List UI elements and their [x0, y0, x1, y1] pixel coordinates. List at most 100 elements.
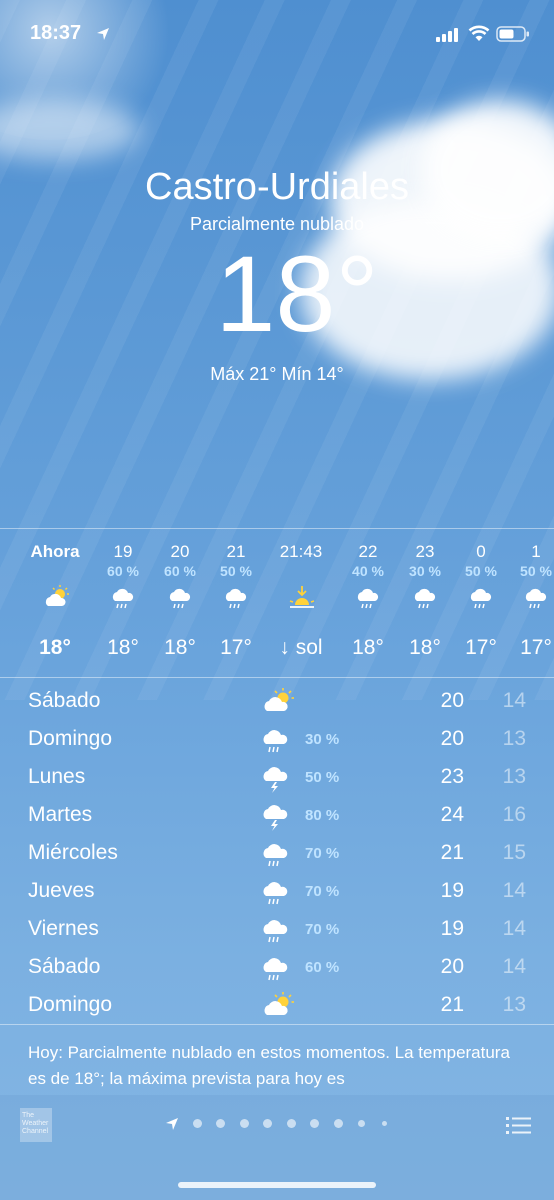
precip-chance: 50 %	[220, 563, 252, 579]
today-summary: Hoy: Parcialmente nublado en estos momen…	[28, 1043, 510, 1088]
precip-chance: 50 %	[305, 769, 340, 786]
rain-icon	[263, 730, 288, 753]
weather-channel-logo[interactable]: The Weather Channel	[20, 1108, 52, 1142]
rain-icon	[470, 588, 492, 609]
wifi-icon	[468, 25, 490, 41]
day-name: Miércoles	[28, 841, 118, 864]
rain-icon	[357, 588, 379, 609]
location-arrow-icon	[97, 28, 109, 40]
signal-icon	[436, 28, 458, 42]
day-name: Lunes	[28, 765, 86, 788]
partly-cloudy-icon	[264, 688, 294, 711]
hour-label: 0	[476, 542, 486, 561]
hour-label: Ahora	[30, 542, 80, 561]
divider	[0, 1024, 554, 1025]
city-name: Castro-Urdiales	[145, 166, 409, 208]
low-temp: 15	[502, 841, 526, 864]
daily-row: Domingo 21 13	[0, 986, 554, 1024]
low-temp: 13	[502, 727, 526, 750]
partly-cloudy-icon	[264, 992, 294, 1015]
page-dot	[358, 1120, 365, 1127]
day-name: Viernes	[28, 917, 99, 940]
sunset-icon	[289, 586, 315, 608]
low-temp: 13	[502, 765, 526, 788]
current-temperature: 18°	[215, 233, 379, 354]
precip-chance: 30 %	[409, 563, 441, 579]
precip-chance: 60 %	[107, 563, 139, 579]
battery-icon	[496, 26, 529, 42]
low-temp: 14	[502, 917, 526, 940]
low-temp: 16	[502, 803, 526, 826]
high-temp: 24	[440, 803, 464, 826]
daily-row: Miércoles 70 % 21 15	[0, 834, 554, 872]
precip-chance: 50 %	[465, 563, 497, 579]
page-indicator[interactable]	[165, 1117, 395, 1131]
home-indicator[interactable]	[178, 1182, 376, 1188]
hour-temp: ↓ sol	[279, 636, 323, 659]
precip-chance: 70 %	[305, 883, 340, 900]
precip-chance: 80 %	[305, 807, 340, 824]
hourly-forecast[interactable]: Ahora 18° 19 60 % 18° 20 60 % 18° 21 50 …	[0, 530, 554, 678]
low-temp: 13	[502, 993, 526, 1016]
hour-label: 21	[226, 542, 246, 561]
rain-icon	[414, 588, 436, 609]
current-condition: Parcialmente nublado	[189, 214, 365, 234]
low-temp: 14	[502, 955, 526, 978]
status-bar: 18:37	[0, 18, 554, 48]
day-name: Jueves	[28, 879, 95, 902]
precip-chance: 60 %	[164, 563, 196, 579]
rain-icon	[525, 588, 547, 609]
status-time: 18:37	[30, 22, 82, 44]
rain-icon	[263, 844, 288, 867]
high-temp: 20	[440, 955, 464, 978]
hour-temp: 18°	[409, 636, 441, 659]
rain-icon	[263, 958, 288, 981]
partly-cloudy-icon	[45, 585, 69, 606]
daily-row: Domingo 30 % 20 13	[0, 720, 554, 758]
daily-row: Lunes 50 % 23 13	[0, 758, 554, 796]
hour-label: 19	[113, 542, 133, 561]
page-dot	[287, 1119, 296, 1128]
high-temp: 20	[440, 727, 464, 750]
hour-label: 22	[358, 542, 378, 561]
low-temp: 14	[502, 879, 526, 902]
daily-row: Jueves 70 % 19 14	[0, 872, 554, 910]
location-arrow-icon	[166, 1118, 178, 1130]
hour-temp: 17°	[465, 636, 497, 659]
low-temp: 14	[502, 689, 526, 712]
page-dot	[334, 1119, 343, 1128]
precip-chance: 50 %	[520, 563, 552, 579]
hour-label: 23	[415, 542, 435, 561]
rain-icon	[169, 588, 191, 609]
page-dot	[310, 1119, 319, 1128]
day-name: Sábado	[28, 955, 101, 978]
precip-chance: 30 %	[305, 731, 340, 748]
hour-temp: 17°	[220, 636, 252, 659]
list-icon[interactable]	[506, 1116, 532, 1136]
day-name: Domingo	[28, 727, 113, 750]
hour-temp: 17°	[520, 636, 552, 659]
page-dot	[216, 1119, 225, 1128]
precip-chance: 70 %	[305, 921, 340, 938]
day-name: Martes	[28, 803, 93, 826]
hour-label: 1	[531, 542, 541, 561]
rain-icon	[225, 588, 247, 609]
hour-temp: 18°	[39, 636, 71, 659]
hour-temp: 18°	[164, 636, 196, 659]
precip-chance: 60 %	[305, 959, 340, 976]
divider	[0, 528, 554, 529]
thunderstorm-icon	[263, 767, 288, 793]
daily-row: Viernes 70 % 19 14	[0, 910, 554, 948]
rain-icon	[263, 920, 288, 943]
page-dot	[263, 1119, 272, 1128]
thunderstorm-icon	[263, 805, 288, 831]
rain-icon	[263, 882, 288, 905]
high-temp: 20	[440, 689, 464, 712]
daily-row: Sábado 20 14	[0, 682, 554, 720]
daily-row: Sábado 60 % 20 14	[0, 948, 554, 986]
high-temp: 21	[440, 993, 464, 1016]
high-temp: 19	[440, 917, 464, 940]
high-temp: 19	[440, 879, 464, 902]
page-dot	[382, 1121, 387, 1126]
high-low-temperature: Máx 21° Mín 14°	[210, 364, 344, 384]
